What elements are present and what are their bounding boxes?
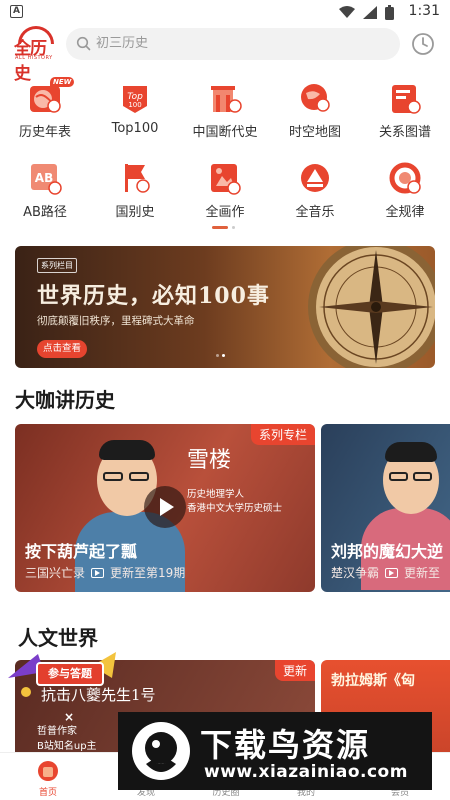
app-notification-icon: A (10, 5, 23, 18)
lecture-meta: 三国兴亡录 更新至第19期 (25, 564, 185, 581)
lecture-meta: 楚汉争霸 更新至 (331, 564, 440, 581)
new-badge: NEW (50, 77, 75, 87)
svg-text:100: 100 (128, 101, 141, 109)
china-dynasty-icon (211, 86, 242, 113)
logo-subtext: ALL HISTORY (15, 55, 53, 61)
grid-item-pattern[interactable]: 全规律 (360, 160, 450, 226)
pattern-icon (389, 162, 421, 194)
grid-label: 历史年表 (18, 125, 71, 140)
home-icon (38, 761, 58, 781)
grid-item-top100[interactable]: Top 100 Top100 (90, 80, 180, 146)
lecture-update: 更新至 (404, 566, 441, 580)
speaker-name: 雪楼 (187, 448, 232, 473)
signal-icon (363, 6, 377, 19)
grid-item-map[interactable]: 时空地图 (270, 80, 360, 146)
watermark-url: www.xiazainiao.com (204, 762, 408, 782)
culture-card-desc: 哲普作家 (37, 726, 77, 737)
series-badge: 系列专栏 (250, 424, 315, 445)
lecture-update: 更新至第19期 (110, 566, 186, 580)
video-icon (91, 567, 105, 578)
culture-card-desc: B站知名up主 (37, 741, 97, 752)
lecture-card[interactable]: 刘邦的魔幻大逆 楚汉争霸 更新至 (321, 424, 450, 592)
grid-item-relation[interactable]: 关系图谱 (360, 80, 450, 146)
search-input[interactable]: 初三历史 (96, 28, 148, 60)
grid-item-timeline[interactable]: NEW 历史年表 (0, 77, 90, 146)
painting-icon (211, 164, 241, 195)
watermark-title: 下载鸟资源 (200, 726, 371, 764)
app-logo: 全历史 ALL HISTORY (14, 26, 60, 84)
country-flag-icon (125, 164, 150, 193)
svg-text:AB: AB (35, 171, 53, 185)
culture-card-title: 勃拉姆斯《匈 (331, 673, 415, 689)
video-icon (385, 567, 399, 578)
status-bar: A 1:31 (0, 0, 450, 24)
grid-label: 国别史 (115, 205, 155, 220)
wifi-icon (339, 6, 355, 18)
grid-item-china-dynasty[interactable]: 中国断代史 (180, 80, 270, 146)
banner-page-indicator (216, 354, 225, 357)
history-clock-icon[interactable] (410, 31, 436, 57)
grid-label: AB路径 (23, 205, 67, 220)
banner-tag: 系列栏目 (37, 258, 77, 273)
lecture-title: 刘邦的魔幻大逆 (331, 542, 444, 561)
grid-item-country[interactable]: 国别史 (90, 160, 180, 226)
section-title: 大咖讲历史 (15, 388, 115, 412)
speaker-desc: 历史地理学人 (187, 489, 245, 500)
bird-logo-icon (132, 722, 190, 780)
grid-item-painting[interactable]: 全画作 (180, 160, 270, 226)
ab-path-icon: AB (31, 164, 62, 195)
grid-label: 全画作 (205, 205, 245, 220)
music-icon (301, 164, 329, 192)
grid-label: 全规律 (385, 205, 425, 220)
compass-image (308, 246, 435, 368)
nav-home[interactable]: 首页 (8, 757, 88, 798)
play-icon (160, 498, 174, 516)
quiz-float[interactable]: 参与答题 (8, 648, 118, 704)
section-title: 人文世界 (18, 626, 98, 650)
grid-label: 关系图谱 (378, 125, 431, 140)
banner-subtitle: 彻底颠覆旧秩序，里程碑式大革命 (37, 315, 195, 327)
search-icon (76, 36, 91, 51)
grid-label: 全音乐 (295, 205, 335, 220)
banner-title: 世界历史，必知100事 (37, 283, 270, 309)
grid-label: 时空地图 (288, 125, 341, 140)
status-time: 1:31 (408, 3, 440, 19)
update-badge: 更新 (274, 660, 315, 681)
quiz-button[interactable]: 参与答题 (36, 662, 104, 686)
lecture-category: 三国兴亡录 (25, 566, 86, 580)
speaker-desc: 香港中文大学历史硕士 (187, 503, 283, 514)
watermark: 下载鸟资源 www.xiazainiao.com (118, 712, 432, 790)
top100-icon: Top 100 (123, 86, 147, 113)
grid-item-music[interactable]: 全音乐 (270, 160, 360, 226)
grid-label: 中国断代史 (192, 125, 258, 140)
grid-label: Top100 (111, 121, 159, 136)
lecture-card[interactable]: 系列专栏 雪楼 历史地理学人 香港中文大学历史硕士 按下葫芦起了瓢 三国兴亡录 … (15, 424, 315, 592)
battery-icon (385, 5, 394, 20)
header: 全历史 ALL HISTORY 初三历史 (0, 24, 450, 84)
lecture-title: 按下葫芦起了瓢 (25, 542, 138, 561)
search-bar[interactable]: 初三历史 (66, 28, 400, 60)
promo-banner[interactable]: 系列栏目 世界历史，必知100事 彻底颠覆旧秩序，里程碑式大革命 点击查看 (15, 246, 435, 368)
relation-graph-icon (392, 85, 421, 114)
grid-item-ab-path[interactable]: AB AB路径 (0, 160, 90, 226)
banner-view-button[interactable]: 点击查看 (37, 340, 88, 358)
map-pin-icon (301, 84, 330, 112)
quiz-close-icon[interactable]: × (62, 710, 76, 724)
grid-page-indicator (212, 226, 235, 229)
lecture-category: 楚汉争霸 (331, 566, 380, 580)
play-button[interactable] (144, 486, 186, 528)
